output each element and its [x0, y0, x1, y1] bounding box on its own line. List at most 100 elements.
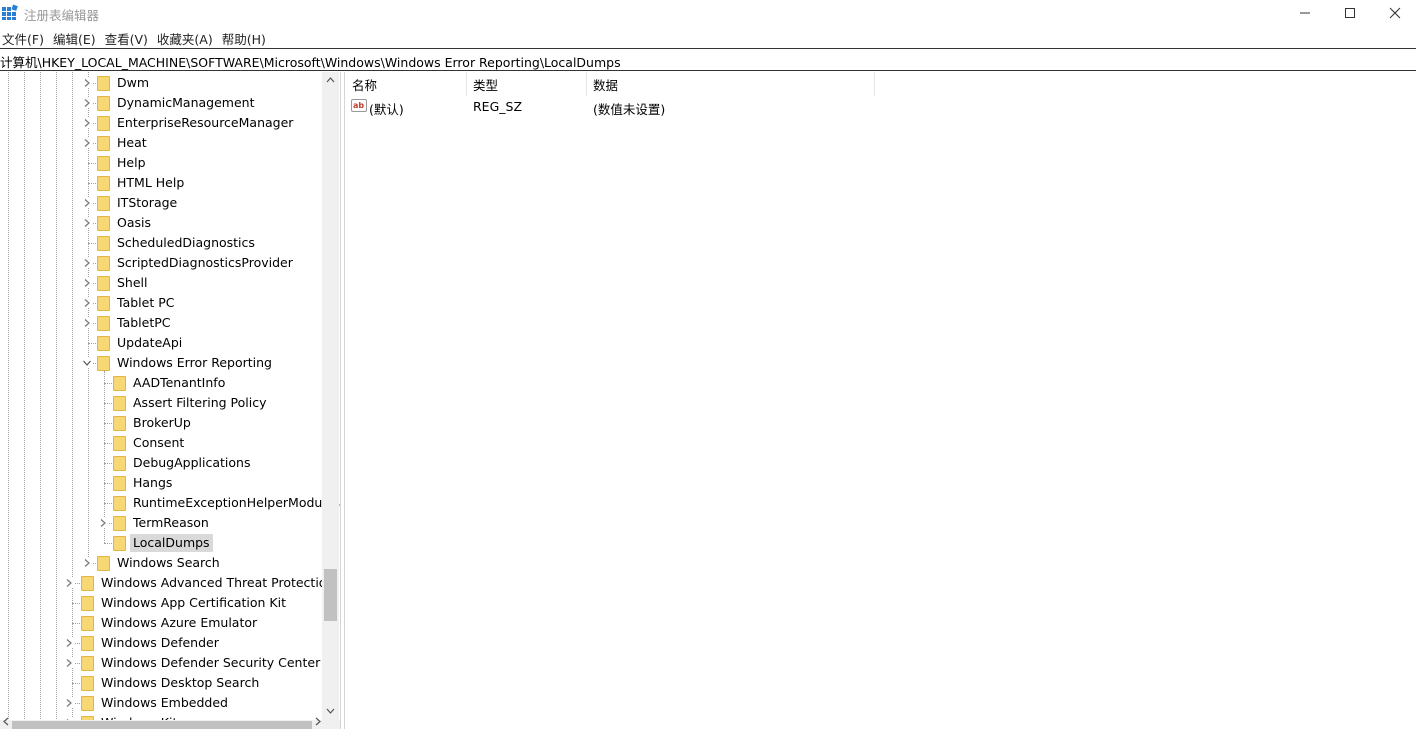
address-bar[interactable]: 计算机\HKEY_LOCAL_MACHINE\SOFTWARE\Microsof…: [0, 48, 1416, 71]
tree-node[interactable]: BrokerUp: [0, 413, 322, 433]
tree-node[interactable]: Tablet PC: [0, 293, 322, 313]
chevron-right-icon[interactable]: [64, 638, 74, 648]
chevron-right-icon[interactable]: [82, 198, 92, 208]
tree-node[interactable]: Help: [0, 153, 322, 173]
tree-horizontal-scrollbar[interactable]: [0, 717, 340, 729]
folder-icon: [97, 76, 110, 91]
folder-icon: [81, 616, 94, 631]
close-button[interactable]: [1372, 0, 1416, 26]
folder-icon: [97, 316, 110, 331]
tree-node-label: Windows Defender: [101, 635, 219, 650]
tree-node[interactable]: Heat: [0, 133, 322, 153]
tree-node-label: RuntimeExceptionHelperModules: [133, 495, 340, 510]
tree-node[interactable]: ScriptedDiagnosticsProvider: [0, 253, 322, 273]
chevron-right-icon[interactable]: [82, 118, 92, 128]
menu-bar: 文件(F) 编辑(E) 查看(V) 收藏夹(A) 帮助(H): [0, 27, 1416, 47]
tree-node[interactable]: EnterpriseResourceManager: [0, 113, 322, 133]
tree-node[interactable]: Windows App Certification Kit: [0, 593, 322, 613]
menu-file[interactable]: 文件(F): [0, 27, 51, 47]
scroll-up-icon[interactable]: [322, 72, 339, 89]
minimize-button[interactable]: [1282, 0, 1328, 26]
key-tree[interactable]: Dwm DynamicManagement EnterpriseResourceMa…: [0, 72, 340, 729]
tree-connector-line: [104, 463, 112, 464]
chevron-right-icon[interactable]: [64, 698, 74, 708]
chevron-right-icon[interactable]: [64, 658, 74, 668]
value-data: (数值未设置): [593, 102, 666, 117]
column-header-type[interactable]: 类型: [466, 72, 587, 96]
tree-node[interactable]: Assert Filtering Policy: [0, 393, 322, 413]
tree-node[interactable]: Windows Defender: [0, 633, 322, 653]
scroll-down-icon[interactable]: [322, 703, 339, 720]
tree-node[interactable]: HTML Help: [0, 173, 322, 193]
tree-node[interactable]: Windows Search: [0, 553, 322, 573]
menu-view[interactable]: 查看(V): [103, 27, 155, 47]
chevron-right-icon[interactable]: [64, 578, 74, 588]
column-header-name[interactable]: 名称: [345, 72, 467, 96]
tree-node[interactable]: TabletPC: [0, 313, 322, 333]
tree-node[interactable]: Windows Desktop Search: [0, 673, 322, 693]
tree-node-label: Tablet PC: [117, 295, 175, 310]
tree-node[interactable]: Windows Advanced Threat Protection: [0, 573, 334, 593]
folder-icon: [113, 496, 126, 511]
value-list[interactable]: 名称 类型 数据 ab (默认) REG_SZ (数值未设置): [345, 72, 1416, 729]
folder-icon: [97, 136, 110, 151]
tree-node[interactable]: DynamicManagement: [0, 93, 322, 113]
folder-icon: [81, 676, 94, 691]
chevron-right-icon[interactable]: [82, 78, 92, 88]
tree-node[interactable]: ITStorage: [0, 193, 322, 213]
tree-node-label: Windows Defender Security Center: [101, 655, 321, 670]
tree-connector-line: [104, 543, 112, 544]
chevron-right-icon[interactable]: [82, 298, 92, 308]
chevron-right-icon[interactable]: [82, 558, 92, 568]
tree-node[interactable]: LocalDumps: [0, 533, 322, 553]
tree-connector-line: [72, 623, 80, 624]
folder-icon: [97, 296, 110, 311]
tree-node[interactable]: Windows Azure Emulator: [0, 613, 322, 633]
tree-node[interactable]: TermReason: [0, 513, 322, 533]
chevron-right-icon[interactable]: [82, 258, 92, 268]
chevron-right-icon[interactable]: [82, 98, 92, 108]
tree-node[interactable]: Hangs: [0, 473, 322, 493]
tree-hscroll-thumb[interactable]: [12, 721, 312, 729]
chevron-right-icon[interactable]: [98, 518, 108, 528]
tree-node[interactable]: UpdateApi: [0, 333, 322, 353]
column-header-data[interactable]: 数据: [586, 72, 875, 96]
menu-favorites[interactable]: 收藏夹(A): [155, 27, 220, 47]
menu-edit[interactable]: 编辑(E): [51, 27, 103, 47]
tree-node[interactable]: ScheduledDiagnostics: [0, 233, 322, 253]
value-row[interactable]: ab (默认) REG_SZ (数值未设置): [345, 96, 945, 117]
maximize-button[interactable]: [1327, 0, 1373, 26]
folder-icon: [81, 576, 94, 591]
scroll-left-icon[interactable]: [0, 717, 12, 729]
tree-node[interactable]: RuntimeExceptionHelperModules: [0, 493, 340, 513]
tree-node-label: UpdateApi: [117, 335, 183, 350]
close-icon: [1389, 7, 1401, 19]
tree-scroll-thumb[interactable]: [324, 569, 337, 621]
tree-node[interactable]: Shell: [0, 273, 322, 293]
chevron-down-icon[interactable]: [82, 358, 92, 368]
tree-node[interactable]: Windows Defender Security Center: [0, 653, 322, 673]
folder-icon: [113, 536, 126, 551]
tree-node-label: BrokerUp: [133, 415, 191, 430]
tree-node[interactable]: Dwm: [0, 73, 322, 93]
tree-node[interactable]: Windows Embedded: [0, 693, 322, 713]
chevron-right-icon[interactable]: [82, 218, 92, 228]
tree-node-label: DynamicManagement: [117, 95, 255, 110]
address-path[interactable]: 计算机\HKEY_LOCAL_MACHINE\SOFTWARE\Microsof…: [0, 52, 621, 71]
chevron-right-icon[interactable]: [82, 318, 92, 328]
tree-node[interactable]: Consent: [0, 433, 322, 453]
folder-icon: [113, 456, 126, 471]
menu-help[interactable]: 帮助(H): [220, 27, 273, 47]
folder-icon: [97, 216, 110, 231]
chevron-right-icon[interactable]: [82, 138, 92, 148]
tree-node-label: TermReason: [133, 515, 209, 530]
folder-icon: [81, 596, 94, 611]
chevron-right-icon[interactable]: [82, 278, 92, 288]
tree-node[interactable]: Windows Error Reporting: [0, 353, 322, 373]
tree-connector-line: [88, 243, 96, 244]
tree-node[interactable]: DebugApplications: [0, 453, 322, 473]
tree-node[interactable]: Oasis: [0, 213, 322, 233]
scroll-right-icon[interactable]: [312, 717, 324, 729]
tree-node[interactable]: AADTenantInfo: [0, 373, 322, 393]
tree-vertical-scrollbar[interactable]: [322, 72, 339, 720]
